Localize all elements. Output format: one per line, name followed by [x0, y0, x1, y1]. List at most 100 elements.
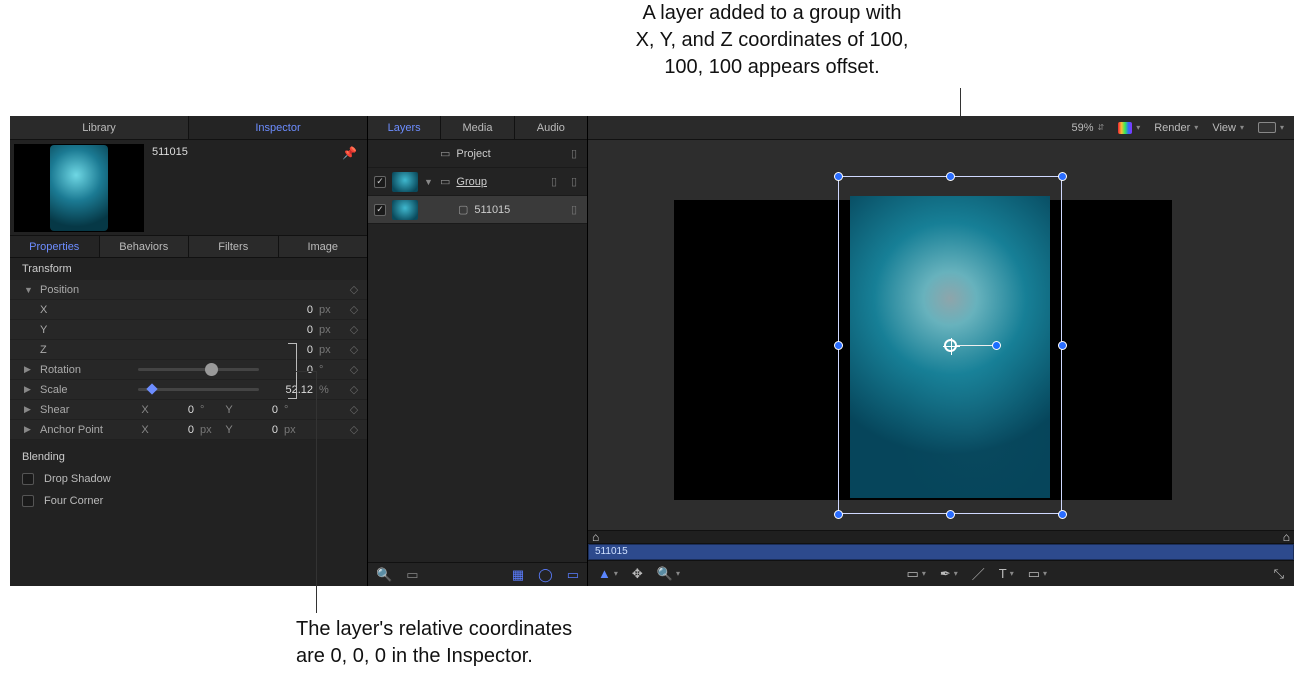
layer-row-item[interactable]: ✓ ▢ 511015 ▯: [368, 196, 587, 224]
handle-mr[interactable]: [1058, 341, 1067, 350]
row-shear[interactable]: ▶ Shear X 0 ° Y 0 ° ◇: [10, 400, 367, 420]
keyframe-icon[interactable]: ◇: [347, 283, 361, 296]
keyframe-icon[interactable]: ◇: [347, 323, 361, 336]
lock-icon[interactable]: ▯: [567, 203, 581, 216]
group-pass-icon[interactable]: ▯: [547, 175, 561, 188]
tab-image[interactable]: Image: [279, 236, 368, 257]
layer-row-project[interactable]: ▭ Project ▯: [368, 140, 587, 168]
row-anchor-point[interactable]: ▶ Anchor Point X 0 px Y 0 px ◇: [10, 420, 367, 440]
row-rotation[interactable]: ▶ Rotation 0 ° ◇: [10, 360, 367, 380]
zoom-dropdown[interactable]: 59% ⇵: [1071, 122, 1104, 134]
expand-tool-icon[interactable]: ⤡: [1274, 566, 1284, 582]
mini-timeline[interactable]: 511015: [588, 544, 1294, 560]
paint-tool-icon[interactable]: ／: [972, 564, 985, 583]
rotation-value[interactable]: 0: [265, 364, 313, 376]
tab-audio[interactable]: Audio: [515, 116, 587, 139]
pin-icon[interactable]: 📌: [336, 144, 363, 162]
tab-filters[interactable]: Filters: [189, 236, 279, 257]
keyframe-icon[interactable]: ◇: [347, 423, 361, 436]
shear-x-value[interactable]: 0: [158, 404, 194, 416]
shear-y-unit: °: [284, 404, 300, 416]
scale-value[interactable]: 52.12: [265, 384, 313, 396]
anchor-x-value[interactable]: 0: [158, 424, 194, 436]
disclosure-down-icon[interactable]: ▼: [424, 177, 434, 187]
chevron-down-icon: ▾: [1280, 123, 1284, 132]
gear-ring-icon[interactable]: ◯: [538, 567, 553, 583]
3d-transform-tool-icon[interactable]: ✥: [632, 566, 643, 582]
layer-visible-checkbox[interactable]: ✓: [374, 204, 386, 216]
text-tool-icon[interactable]: T▾: [999, 566, 1014, 581]
tab-behaviors[interactable]: Behaviors: [100, 236, 190, 257]
tab-media[interactable]: Media: [441, 116, 514, 139]
annotation-top: A layer added to a group with X, Y, and …: [552, 0, 992, 81]
render-dropdown[interactable]: Render ▾: [1154, 122, 1198, 134]
handle-br[interactable]: [1058, 510, 1067, 519]
frame-icon[interactable]: ▭: [406, 567, 418, 583]
rotation-dial-knob[interactable]: [205, 363, 218, 376]
disclosure-right-icon[interactable]: ▶: [24, 404, 34, 415]
timeline-clip[interactable]: 511015: [588, 544, 1294, 560]
pen-tool-icon[interactable]: ✒▾: [940, 566, 958, 582]
handle-bl[interactable]: [834, 510, 843, 519]
anchor-y-value[interactable]: 0: [242, 424, 278, 436]
rotation-knob[interactable]: [992, 341, 1001, 350]
tab-inspector[interactable]: Inspector: [189, 116, 367, 139]
disclosure-right-icon[interactable]: ▶: [24, 424, 34, 435]
disclosure-right-icon[interactable]: ▶: [24, 364, 34, 375]
handle-tr[interactable]: [1058, 172, 1067, 181]
view-dropdown[interactable]: View ▾: [1212, 122, 1244, 134]
handle-ml[interactable]: [834, 341, 843, 350]
shear-y-value[interactable]: 0: [242, 404, 278, 416]
row-position-y[interactable]: Y 0 px ◇: [10, 320, 367, 340]
layer-name-project[interactable]: Project: [456, 148, 561, 160]
disclosure-down-icon[interactable]: ▼: [24, 285, 34, 295]
keyframe-icon[interactable]: ◇: [347, 363, 361, 376]
row-position[interactable]: ▼ Position ◇: [10, 280, 367, 300]
select-tool-icon[interactable]: ▲▾: [598, 566, 618, 581]
keyframe-icon[interactable]: ◇: [347, 383, 361, 396]
row-position-x[interactable]: X 0 px ◇: [10, 300, 367, 320]
keyframe-icon[interactable]: ◇: [347, 343, 361, 356]
row-position-z[interactable]: Z 0 px ◇: [10, 340, 367, 360]
viewport-layout-dropdown[interactable]: ▾: [1258, 122, 1284, 133]
playhead-in-icon[interactable]: ⌂: [592, 530, 599, 544]
layer-visible-checkbox[interactable]: ✓: [374, 176, 386, 188]
pos-z-value[interactable]: 0: [265, 344, 313, 356]
color-channels-dropdown[interactable]: ▾: [1118, 122, 1140, 134]
lock-icon[interactable]: ▯: [567, 147, 581, 160]
layer-row-group[interactable]: ✓ ▼ ▭ Group ▯ ▯: [368, 168, 587, 196]
mask-tool-icon[interactable]: ▭▾: [1028, 566, 1047, 582]
rotation-arm[interactable]: [957, 345, 993, 346]
anchor-point-gizmo[interactable]: [944, 339, 957, 352]
rotation-dial[interactable]: [138, 368, 259, 371]
keyframe-icon[interactable]: ◇: [347, 303, 361, 316]
stack-icon[interactable]: ▭: [567, 567, 579, 583]
handle-tc[interactable]: [946, 172, 955, 181]
layer-name-group[interactable]: Group: [456, 176, 541, 188]
timeline-ruler[interactable]: ⌂ ⌂: [588, 530, 1294, 544]
search-icon[interactable]: 🔍: [376, 567, 392, 583]
drop-shadow-checkbox[interactable]: [22, 473, 34, 485]
tab-properties[interactable]: Properties: [10, 236, 100, 257]
row-four-corner[interactable]: Four Corner: [10, 490, 367, 512]
canvas-viewport[interactable]: [588, 140, 1294, 530]
playhead-out-icon[interactable]: ⌂: [1283, 530, 1290, 544]
layer-name-item[interactable]: 511015: [474, 204, 561, 216]
disclosure-right-icon[interactable]: ▶: [24, 384, 34, 395]
scale-slider-knob[interactable]: [146, 383, 157, 394]
row-drop-shadow[interactable]: Drop Shadow: [10, 468, 367, 490]
lock-icon[interactable]: ▯: [567, 175, 581, 188]
scale-slider[interactable]: [138, 388, 259, 391]
handle-bc[interactable]: [946, 510, 955, 519]
pos-y-value[interactable]: 0: [265, 324, 313, 336]
zoom-tool-icon[interactable]: 🔍▾: [657, 566, 680, 582]
tab-library[interactable]: Library: [10, 116, 189, 139]
row-scale[interactable]: ▶ Scale 52.12 % ◇: [10, 380, 367, 400]
handle-tl[interactable]: [834, 172, 843, 181]
keyframe-icon[interactable]: ◇: [347, 403, 361, 416]
checker-icon[interactable]: ▦: [512, 567, 524, 583]
four-corner-checkbox[interactable]: [22, 495, 34, 507]
shape-tool-icon[interactable]: ▭▾: [907, 566, 926, 582]
tab-layers[interactable]: Layers: [368, 116, 441, 139]
pos-x-value[interactable]: 0: [265, 304, 313, 316]
